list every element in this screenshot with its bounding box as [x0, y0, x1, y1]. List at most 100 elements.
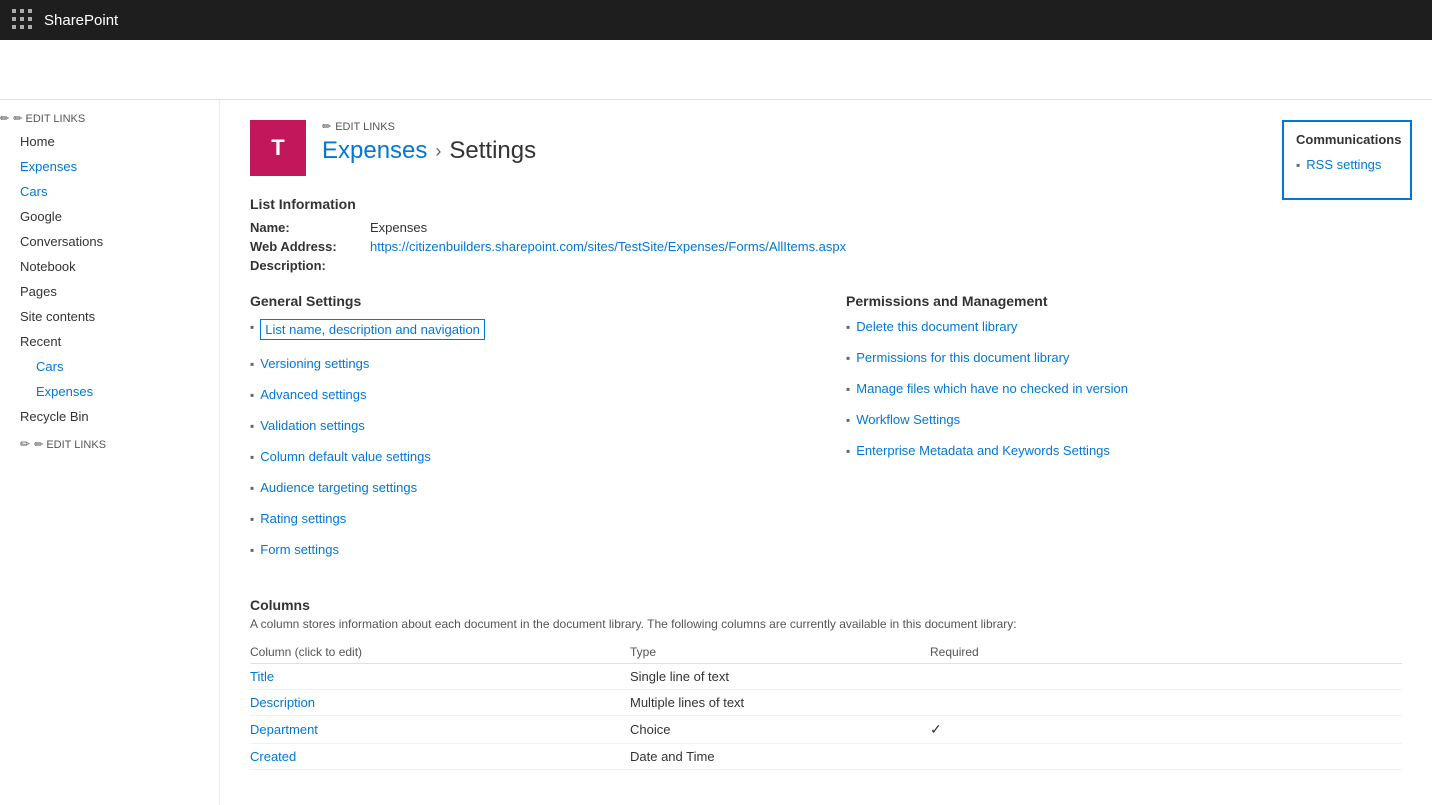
- communications-title: Communications: [1296, 132, 1398, 147]
- columns-description: A column stores information about each d…: [250, 617, 1402, 631]
- gs-link-label-2[interactable]: Advanced settings: [260, 387, 366, 402]
- col-title-link[interactable]: Title: [250, 669, 274, 684]
- sidebar-item-site-contents[interactable]: Site contents: [0, 304, 219, 329]
- pm-link-4: ▪ Enterprise Metadata and Keywords Setti…: [846, 443, 1402, 466]
- col-header-column: Column (click to edit): [250, 641, 630, 664]
- sidebar-item-google[interactable]: Google: [0, 204, 219, 229]
- edit-pencil-icon-header: ✏: [322, 120, 331, 133]
- gs-link-6: ▪ Rating settings: [250, 511, 806, 534]
- table-row: Department Choice ✓: [250, 716, 1402, 744]
- columns-section: Columns A column stores information abou…: [250, 597, 1402, 770]
- general-settings-col: General Settings ▪ List name, descriptio…: [250, 293, 806, 573]
- pm-link-3: ▪ Workflow Settings: [846, 412, 1402, 435]
- communications-rss-item: ▪ RSS settings: [1296, 157, 1398, 180]
- table-row: Title Single line of text: [250, 664, 1402, 690]
- info-row-web-address: Web Address: https://citizenbuilders.sha…: [250, 239, 1402, 254]
- info-row-name: Name: Expenses: [250, 220, 1402, 235]
- gs-link-label-0[interactable]: List name, description and navigation: [260, 319, 485, 340]
- columns-table: Column (click to edit) Type Required Tit…: [250, 641, 1402, 770]
- col-department-required: ✓: [930, 716, 1402, 744]
- sidebar-item-recent: Recent: [0, 329, 219, 354]
- table-row: Created Date and Time: [250, 744, 1402, 770]
- site-icon: T: [250, 120, 306, 176]
- bullet-icon: ▪: [1296, 158, 1300, 172]
- sidebar-item-recent-cars[interactable]: Cars: [0, 354, 219, 379]
- gs-link-0: ▪ List name, description and navigation: [250, 319, 806, 348]
- breadcrumb-current: Settings: [449, 137, 536, 165]
- permissions-col: Permissions and Management ▪ Delete this…: [846, 293, 1402, 573]
- topbar: SharePoint: [0, 0, 1432, 40]
- pm-link-2: ▪ Manage files which have no checked in …: [846, 381, 1402, 404]
- page-edit-links[interactable]: ✏ EDIT LINKS: [322, 120, 536, 133]
- web-address-label: Web Address:: [250, 239, 370, 254]
- list-info-title: List Information: [250, 196, 1402, 212]
- general-settings-title: General Settings: [250, 293, 806, 309]
- breadcrumb-separator: ›: [435, 141, 441, 162]
- gs-link-label-3[interactable]: Validation settings: [260, 418, 365, 433]
- gs-link-label-7[interactable]: Form settings: [260, 542, 339, 557]
- description-label: Description:: [250, 258, 370, 273]
- web-address-value: https://citizenbuilders.sharepoint.com/s…: [370, 239, 846, 254]
- gs-link-4: ▪ Column default value settings: [250, 449, 806, 472]
- sidebar-item-recent-expenses[interactable]: Expenses: [0, 379, 219, 404]
- page-title-area: ✏ EDIT LINKS Expenses › Settings: [322, 120, 536, 165]
- breadcrumb-home[interactable]: Expenses: [322, 137, 427, 165]
- col-header-required: Required: [930, 641, 1402, 664]
- pm-link-0: ▪ Delete this document library: [846, 319, 1402, 342]
- gs-link-1: ▪ Versioning settings: [250, 356, 806, 379]
- edit-pencil-icon-bottom: ✏: [20, 437, 30, 451]
- col-description-required: [930, 690, 1402, 716]
- main-layout: ✏ ✏ EDIT LINKS Home Expenses Cars Google…: [0, 100, 1432, 805]
- sidebar-item-recycle-bin[interactable]: Recycle Bin: [0, 404, 219, 429]
- gs-link-label-5[interactable]: Audience targeting settings: [260, 480, 417, 495]
- pm-link-label-1[interactable]: Permissions for this document library: [856, 350, 1069, 365]
- name-label: Name:: [250, 220, 370, 235]
- sidebar: ✏ ✏ EDIT LINKS Home Expenses Cars Google…: [0, 100, 220, 805]
- settings-grid: General Settings ▪ List name, descriptio…: [250, 293, 1402, 573]
- list-info-section: List Information Name: Expenses Web Addr…: [250, 196, 1402, 273]
- pm-link-label-2[interactable]: Manage files which have no checked in ve…: [856, 381, 1128, 396]
- info-row-description: Description:: [250, 258, 1402, 273]
- col-created-required: [930, 744, 1402, 770]
- sidebar-item-conversations[interactable]: Conversations: [0, 229, 219, 254]
- sidebar-item-expenses[interactable]: Expenses: [0, 154, 219, 179]
- pm-link-label-0[interactable]: Delete this document library: [856, 319, 1017, 334]
- table-row: Description Multiple lines of text: [250, 690, 1402, 716]
- gs-link-7: ▪ Form settings: [250, 542, 806, 565]
- gs-link-2: ▪ Advanced settings: [250, 387, 806, 410]
- edit-links-top[interactable]: ✏ ✏ EDIT LINKS: [0, 112, 219, 125]
- col-created-link[interactable]: Created: [250, 749, 296, 764]
- gs-link-label-6[interactable]: Rating settings: [260, 511, 346, 526]
- sidebar-edit-links[interactable]: ✏ ✏ EDIT LINKS: [0, 429, 219, 459]
- communications-box: Communications ▪ RSS settings: [1282, 120, 1412, 200]
- col-title-type: Single line of text: [630, 664, 930, 690]
- name-value: Expenses: [370, 220, 427, 235]
- permissions-title: Permissions and Management: [846, 293, 1402, 309]
- gs-link-label-4[interactable]: Column default value settings: [260, 449, 431, 464]
- pm-link-1: ▪ Permissions for this document library: [846, 350, 1402, 373]
- col-description-type: Multiple lines of text: [630, 690, 930, 716]
- rss-settings-link[interactable]: RSS settings: [1306, 157, 1381, 172]
- col-department-type: Choice: [630, 716, 930, 744]
- col-header-type: Type: [630, 641, 930, 664]
- gs-link-label-1[interactable]: Versioning settings: [260, 356, 369, 371]
- content-area: T ✏ EDIT LINKS Expenses › Settings Commu…: [220, 100, 1432, 805]
- app-title: SharePoint: [44, 12, 118, 29]
- app-grid-icon[interactable]: [12, 9, 34, 31]
- sidebar-item-notebook[interactable]: Notebook: [0, 254, 219, 279]
- pm-link-label-4[interactable]: Enterprise Metadata and Keywords Setting…: [856, 443, 1110, 458]
- pm-link-label-3[interactable]: Workflow Settings: [856, 412, 960, 427]
- sidebar-item-pages[interactable]: Pages: [0, 279, 219, 304]
- sidebar-item-home[interactable]: Home: [0, 129, 219, 154]
- columns-title: Columns: [250, 597, 1402, 613]
- subheader: [0, 40, 1432, 100]
- gs-link-5: ▪ Audience targeting settings: [250, 480, 806, 503]
- col-description-link[interactable]: Description: [250, 695, 315, 710]
- col-created-type: Date and Time: [630, 744, 930, 770]
- gs-link-3: ▪ Validation settings: [250, 418, 806, 441]
- edit-pencil-icon: ✏: [0, 112, 9, 125]
- breadcrumb: Expenses › Settings: [322, 137, 536, 165]
- sidebar-item-cars[interactable]: Cars: [0, 179, 219, 204]
- col-department-link[interactable]: Department: [250, 722, 318, 737]
- col-title-required: [930, 664, 1402, 690]
